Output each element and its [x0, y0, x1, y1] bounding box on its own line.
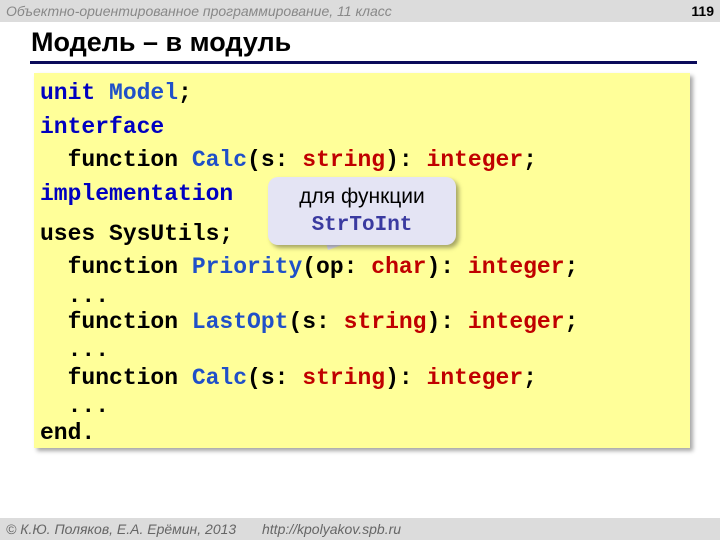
code-token: ; [564, 254, 579, 280]
code-token: Model [109, 80, 179, 106]
code-token: ): [426, 309, 468, 335]
code-token: ... [40, 393, 110, 419]
code-line: uses SysUtils; [40, 221, 233, 247]
code-line: ... [40, 283, 109, 309]
copyright: © К.Ю. Поляков, Е.А. Ерёмин, 2013 [6, 521, 237, 537]
code-token: (s: [247, 147, 303, 173]
code-token: ): [385, 147, 427, 173]
code-token: integer [426, 147, 524, 173]
slide-title: Модель – в модуль [31, 27, 292, 57]
code-token: (s: [288, 309, 344, 335]
code-token: interface [40, 114, 165, 140]
code-line: end. [40, 420, 95, 446]
code-line: ... [40, 337, 109, 363]
code-token: function [40, 365, 192, 391]
code-token: integer [467, 309, 565, 335]
course-title: Объектно-ориентированное программировани… [6, 3, 392, 19]
code-token: ): [426, 254, 468, 280]
code-line: function LastOpt(s: string): integer; [40, 309, 579, 335]
code-token: ... [40, 283, 110, 309]
site-link[interactable]: http://kpolyakov.spb.ru [262, 521, 401, 537]
code-token: ): [385, 365, 427, 391]
code-token: end. [40, 420, 96, 446]
code-line: unit Model; [40, 80, 192, 106]
code-token: string [302, 365, 386, 391]
code-token: integer [467, 254, 565, 280]
code-token: implementation [40, 181, 234, 207]
code-token: string [302, 147, 386, 173]
code-token: unit [40, 80, 110, 106]
header-bar: Объектно-ориентированное программировани… [0, 0, 720, 22]
code-token: ; [564, 309, 579, 335]
page-number: 119 [691, 3, 714, 19]
code-token: Calc [191, 365, 248, 391]
code-token: char [371, 254, 427, 280]
callout-text: для функции [299, 185, 425, 208]
callout-code: StrToInt [311, 214, 413, 237]
code-token: function [40, 147, 192, 173]
code-token: Calc [191, 147, 248, 173]
code-token: (s: [247, 365, 303, 391]
code-token: ; [523, 147, 537, 173]
code-line: function Calc(s: string): integer; [40, 365, 537, 391]
title-underline [30, 61, 697, 64]
code-token: function [40, 309, 192, 335]
code-line: implementation [40, 181, 233, 207]
code-line: interface [40, 114, 164, 140]
code-token: uses SysUtils; [40, 221, 234, 247]
code-token: Priority [191, 254, 303, 280]
footer-bar: © К.Ю. Поляков, Е.А. Ерёмин, 2013 http:/… [0, 518, 720, 540]
code-line: ... [40, 393, 109, 419]
code-token: string [343, 309, 427, 335]
code-token: ... [40, 337, 110, 363]
code-token: ; [178, 80, 192, 106]
code-token: ; [523, 365, 537, 391]
callout-bubble: для функции StrToInt [268, 177, 456, 245]
code-token: integer [426, 365, 524, 391]
code-line: function Calc(s: string): integer; [40, 147, 537, 173]
code-token: function [40, 254, 192, 280]
code-token: LastOpt [191, 309, 289, 335]
